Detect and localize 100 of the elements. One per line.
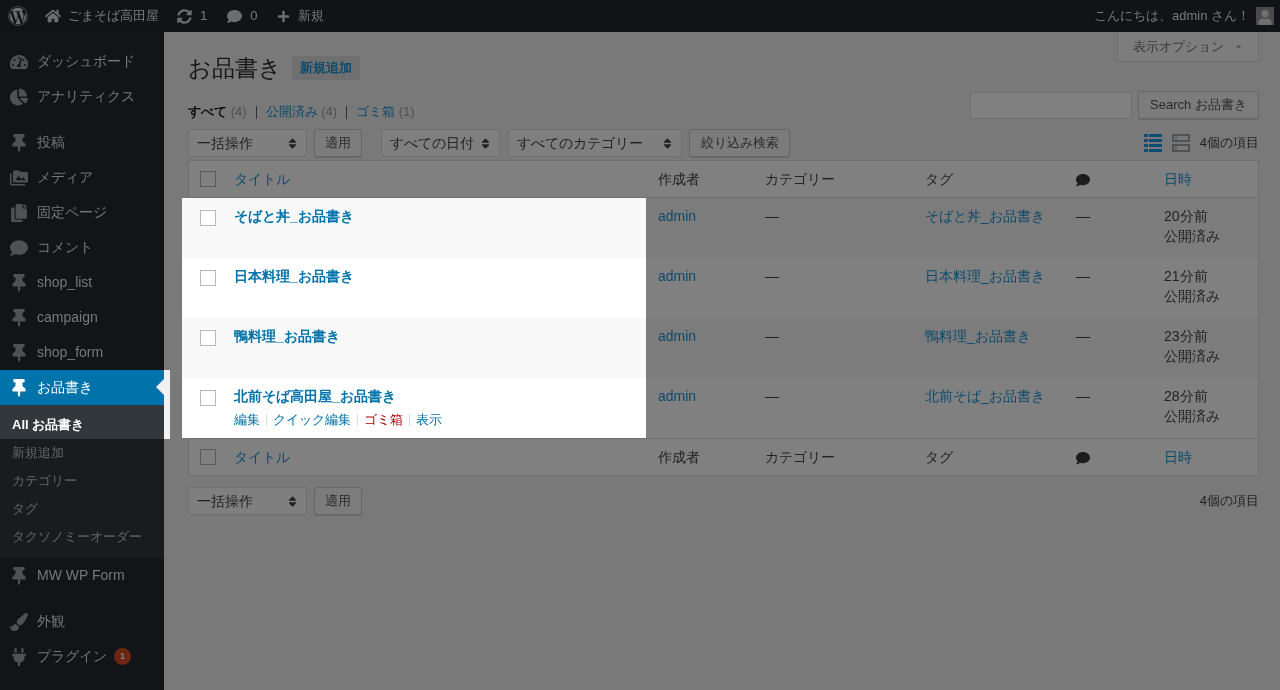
column-heading: タグ — [925, 169, 953, 189]
column-heading: 作成者 — [658, 447, 700, 467]
column-heading: カテゴリー — [765, 447, 835, 467]
submenu-item[interactable]: カテゴリー — [0, 467, 164, 495]
post-title-link[interactable]: 鴨料理_お品書き — [234, 326, 340, 346]
post-title-link[interactable]: そばと丼_お品書き — [234, 206, 354, 226]
speech-bubble-icon — [1076, 173, 1090, 187]
tag-link[interactable]: 北前そば_お品書き — [925, 388, 1045, 404]
comment-count-text: — — [1076, 208, 1090, 224]
author-link[interactable]: admin — [658, 388, 697, 404]
checkbox[interactable] — [200, 210, 216, 226]
bulk-action-select[interactable]: 一括操作 — [188, 487, 307, 515]
sidebar-menu-item[interactable]: アナリティクス — [0, 79, 164, 114]
comment-count-text: — — [1076, 328, 1090, 344]
row-action-link[interactable]: 表示 — [416, 410, 442, 430]
sidebar-menu-item[interactable]: メディア — [0, 160, 164, 195]
checkbox[interactable] — [200, 171, 216, 187]
avatar-icon — [1256, 7, 1274, 25]
home-icon — [45, 8, 61, 24]
caret-down-icon — [1234, 42, 1243, 51]
apply-button[interactable]: 適用 — [314, 487, 362, 515]
pushpin-icon — [10, 273, 28, 292]
sidebar-menu-item[interactable]: shop_list — [0, 265, 164, 300]
sort-column-link[interactable]: 日時 — [1164, 446, 1192, 468]
bulk-action-select[interactable]: 一括操作 — [188, 129, 307, 157]
screen-options-tab[interactable]: 表示オプション — [1117, 32, 1259, 62]
status-text: 公開済み — [1164, 287, 1220, 306]
submenu-item[interactable]: 新規追加 — [0, 439, 164, 467]
images-icon — [10, 168, 28, 187]
notification-badge: 1 — [114, 648, 131, 665]
account-link[interactable]: こんにちは、admin さん！ — [1093, 6, 1280, 26]
date-text: 23分前 — [1164, 327, 1208, 346]
speech-bubble-icon — [10, 238, 28, 257]
sidebar-menu-item[interactable]: 固定ページ — [0, 195, 164, 230]
pie-chart-icon — [10, 87, 28, 106]
tag-link[interactable]: そばと丼_お品書き — [925, 208, 1045, 224]
pushpin-icon — [10, 378, 28, 397]
pushpin-icon — [10, 566, 28, 585]
updates-link[interactable]: 1 — [177, 6, 208, 26]
list-view-icon[interactable] — [1143, 134, 1162, 152]
sidebar-menu-item[interactable]: プラグイン 1 — [0, 639, 164, 674]
category-filter-select[interactable]: すべてのカテゴリー — [508, 129, 682, 157]
speech-bubble-icon — [227, 8, 243, 24]
pushpin-icon — [10, 308, 28, 327]
site-name-link[interactable]: ごまそば高田屋 — [45, 6, 159, 26]
comments-link[interactable]: 0 — [227, 6, 258, 26]
up-down-arrow-icon — [481, 136, 490, 150]
sidebar-menu-item[interactable]: コメント — [0, 230, 164, 265]
item-count: 4個の項目 — [1199, 492, 1259, 511]
date-text: 21分前 — [1164, 267, 1208, 286]
new-content-link[interactable]: 新規 — [277, 6, 325, 26]
column-heading: 作成者 — [658, 169, 700, 189]
column-heading: タグ — [925, 447, 953, 467]
status-text: 公開済み — [1164, 347, 1220, 366]
comment-count-text: — — [1076, 388, 1090, 404]
post-title-link[interactable]: 北前そば高田屋_お品書き — [234, 386, 396, 406]
plus-icon — [277, 9, 291, 23]
post-title-link[interactable]: 日本料理_お品書き — [234, 266, 354, 286]
sidebar-menu-item[interactable]: ダッシュボード — [0, 44, 164, 79]
author-link[interactable]: admin — [658, 328, 697, 344]
checkbox[interactable] — [200, 330, 216, 346]
row-action-link[interactable]: クイック編集 — [273, 410, 351, 430]
current-item-pointer-icon — [156, 379, 164, 395]
apply-button[interactable]: 適用 — [314, 129, 362, 157]
sidebar-menu-item[interactable]: 外観 — [0, 604, 164, 639]
author-link[interactable]: admin — [658, 208, 697, 224]
checkbox[interactable] — [200, 270, 216, 286]
item-count: 4個の項目 — [1199, 134, 1259, 153]
filter-button[interactable]: 絞り込み検索 — [689, 129, 790, 157]
search-button[interactable]: Search お品書き — [1138, 91, 1259, 119]
paintbrush-icon — [10, 612, 28, 631]
up-down-arrow-icon — [288, 136, 297, 150]
author-link[interactable]: admin — [658, 268, 697, 284]
checkbox[interactable] — [200, 449, 216, 465]
sort-column-link[interactable]: タイトル — [234, 168, 290, 190]
plug-icon — [10, 647, 28, 666]
sort-column-link[interactable]: 日時 — [1164, 168, 1192, 190]
sidebar-menu-item[interactable]: shop_form — [0, 335, 164, 370]
tag-link[interactable]: 鴨料理_お品書き — [925, 328, 1031, 344]
sidebar-menu-item[interactable]: campaign — [0, 300, 164, 335]
category-text: — — [765, 328, 779, 344]
submenu-item[interactable]: All お品書き — [0, 405, 170, 439]
tag-link[interactable]: 日本料理_お品書き — [925, 268, 1045, 284]
submenu-item[interactable]: タクソノミーオーダー — [0, 523, 164, 551]
column-heading: カテゴリー — [765, 169, 835, 189]
sort-column-link[interactable]: タイトル — [234, 446, 290, 468]
checkbox[interactable] — [200, 390, 216, 406]
category-text: — — [765, 388, 779, 404]
pushpin-icon — [10, 133, 28, 152]
sidebar-menu-item[interactable]: 投稿 — [0, 125, 164, 160]
row-action-link[interactable]: 編集 — [234, 410, 260, 430]
date-filter-select[interactable]: すべての日付 — [381, 129, 500, 157]
site-logo-icon[interactable] — [8, 6, 28, 26]
excerpt-view-icon[interactable] — [1171, 134, 1190, 152]
sidebar-menu-item[interactable]: お品書き — [0, 370, 170, 405]
speech-bubble-icon — [1076, 451, 1090, 465]
trash-link[interactable]: ゴミ箱 — [364, 410, 403, 430]
sidebar-menu-item[interactable]: MW WP Form — [0, 558, 164, 593]
submenu-item[interactable]: タグ — [0, 495, 164, 523]
pushpin-icon — [10, 343, 28, 362]
